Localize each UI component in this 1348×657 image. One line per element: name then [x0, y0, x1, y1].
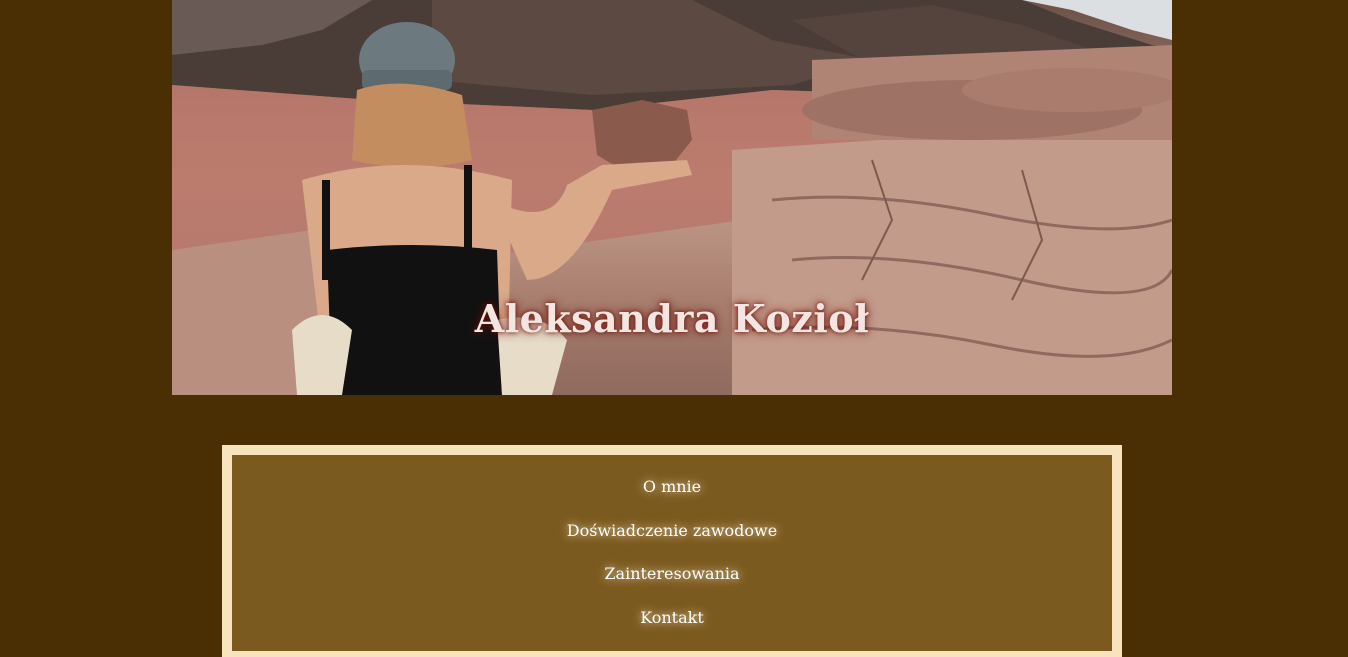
hero-banner: Aleksandra Kozioł: [172, 0, 1172, 395]
nav-link-o-mnie[interactable]: O mnie: [643, 477, 701, 521]
site-title: Aleksandra Kozioł: [474, 296, 870, 341]
nav-link-doswiadczenie-zawodowe[interactable]: Doświadczenie zawodowe: [567, 521, 777, 565]
nav-panel: O mnie Doświadczenie zawodowe Zaintereso…: [232, 455, 1112, 651]
nav-link-kontakt[interactable]: Kontakt: [640, 608, 704, 652]
main-navigation: O mnie Doświadczenie zawodowe Zaintereso…: [222, 445, 1122, 657]
page: Aleksandra Kozioł O mnie Doświadczenie z…: [0, 0, 1348, 657]
nav-link-zainteresowania[interactable]: Zainteresowania: [604, 564, 739, 608]
